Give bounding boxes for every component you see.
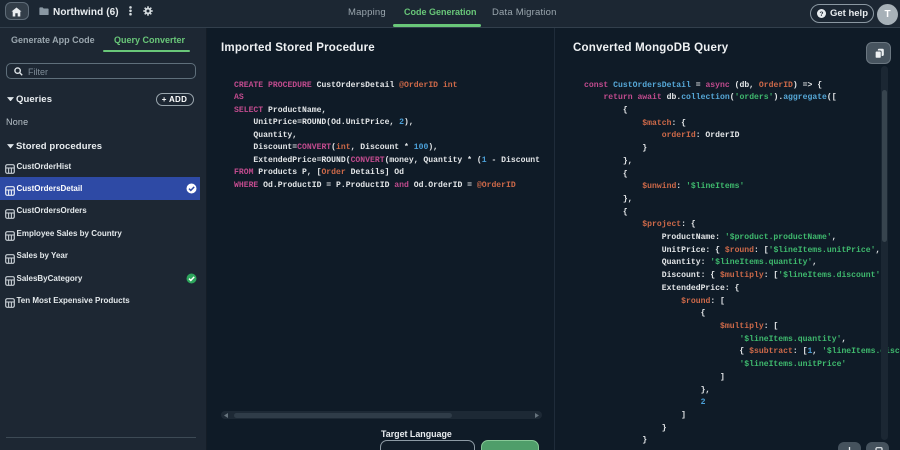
svg-text:?: ? [820, 10, 824, 17]
